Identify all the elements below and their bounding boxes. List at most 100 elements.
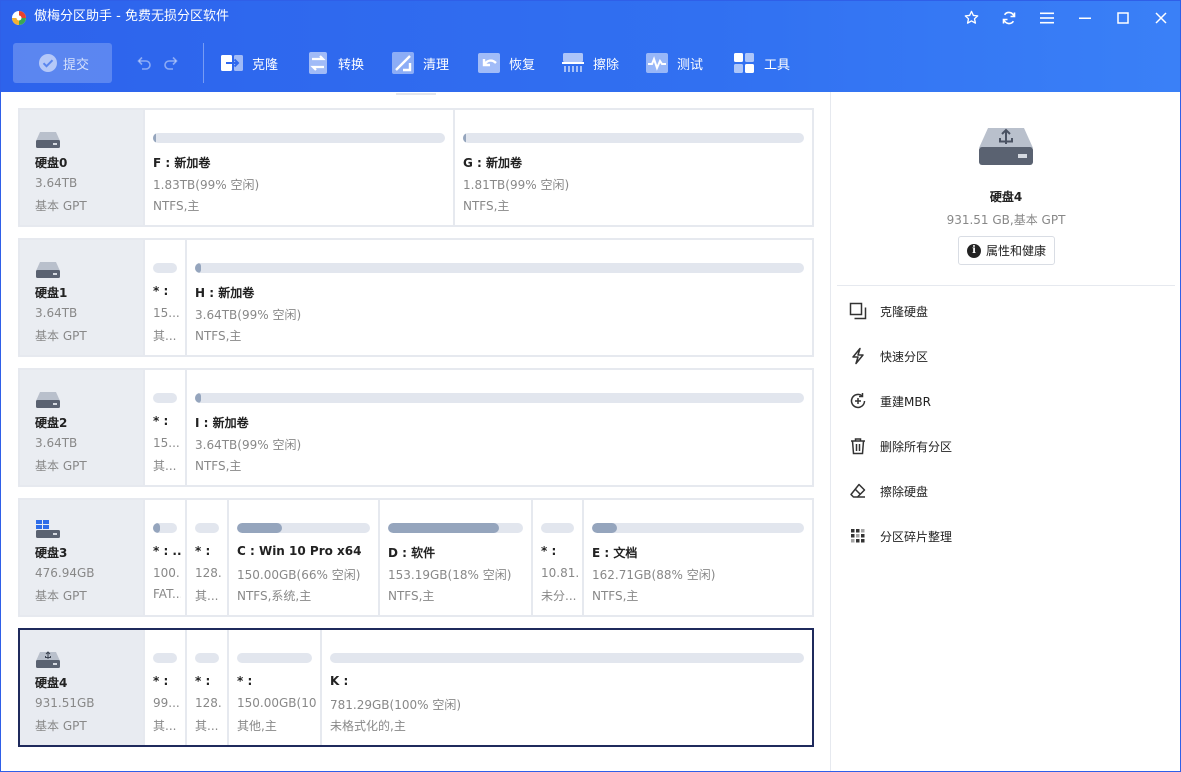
disk-row-1[interactable]: 硬盘1 3.64TB 基本 GPT * : 15.... 其... H : 新加…: [18, 238, 814, 357]
undo-icon[interactable]: [135, 54, 153, 72]
usb-disk-icon: [36, 651, 60, 668]
usage-bar: [463, 133, 804, 143]
partition-capacity: 1.83TB(99% 空闲): [153, 178, 260, 192]
quick-partition-label: 快速分区: [880, 349, 929, 364]
rebuild-mbr-action[interactable]: 重建MBR: [848, 390, 931, 412]
header: 傲梅分区助手 - 免费无损分区软件 提交 克隆 转换 清理 恢复 擦除 测试 工…: [1, 1, 1180, 92]
disk-type: 基本 GPT: [35, 459, 87, 473]
recover-label: 恢复: [509, 57, 536, 73]
disk-name: 硬盘3: [35, 546, 68, 560]
usage-bar: [541, 523, 574, 533]
disk-info[interactable]: 硬盘2 3.64TB 基本 GPT: [20, 370, 143, 485]
clone-label: 克隆: [252, 57, 279, 73]
test-label: 测试: [677, 57, 704, 73]
delete-all-partitions-action[interactable]: 删除所有分区: [848, 435, 952, 457]
tools-label: 工具: [764, 57, 791, 73]
usb-disk-icon: [979, 128, 1033, 165]
toolbar-separator: [203, 43, 204, 83]
usage-bar: [237, 653, 312, 663]
partition-block[interactable]: * : 128... 其...: [185, 630, 227, 745]
partition-filesystem: NTFS,系统,主: [237, 589, 312, 603]
usage-bar: [195, 263, 804, 273]
clean-button[interactable]: 清理: [391, 49, 449, 77]
wipe-button[interactable]: 擦除: [561, 49, 619, 77]
recover-button[interactable]: 恢复: [477, 49, 535, 77]
disk-size: 3.64TB: [35, 306, 78, 320]
close-button[interactable]: [1142, 1, 1180, 34]
wipe-label: 擦除: [593, 57, 620, 73]
partition-capacity: 128...: [195, 696, 223, 710]
menu-button[interactable]: [1028, 1, 1066, 34]
defrag-label: 分区碎片整理: [880, 529, 953, 544]
partition-capacity: 1.81TB(99% 空闲): [463, 178, 570, 192]
partition-block[interactable]: * : 99.... 其...: [143, 630, 185, 745]
partition-capacity: 153.19GB(18% 空闲): [388, 568, 512, 582]
disk-name: 硬盘2: [35, 416, 68, 430]
selected-disk-subtitle: 931.51 GB,基本 GPT: [946, 213, 1066, 227]
disk-type: 基本 GPT: [35, 719, 87, 733]
clean-icon: [391, 51, 415, 75]
quick-partition-action[interactable]: 快速分区: [848, 345, 928, 367]
disk-row-0[interactable]: 硬盘0 3.64TB 基本 GPT F : 新加卷 1.83TB(99% 空闲)…: [18, 108, 814, 227]
refresh-button[interactable]: [990, 1, 1028, 34]
disk-info[interactable]: 硬盘0 3.64TB 基本 GPT: [20, 110, 143, 225]
defrag-action[interactable]: 分区碎片整理: [848, 525, 952, 547]
partition-block[interactable]: * : 150.00GB(10... 其他,主: [227, 630, 320, 745]
disk-size: 476.94GB: [35, 566, 95, 580]
usage-bar: [195, 523, 219, 533]
clone-disk-label: 克隆硬盘: [880, 304, 929, 319]
convert-button[interactable]: 转换: [306, 49, 364, 77]
partition-block[interactable]: K : 781.29GB(100% 空闲) 未格式化的,主: [320, 630, 812, 745]
partition-block[interactable]: E : 文档 162.71GB(88% 空闲) NTFS,主: [582, 500, 812, 615]
partition-block[interactable]: * : 15.... 其...: [143, 240, 185, 355]
properties-health-button[interactable]: i 属性和健康: [958, 236, 1055, 265]
partition-filesystem: NTFS,主: [463, 199, 510, 213]
partition-block[interactable]: * : 128... 其...: [185, 500, 227, 615]
disk-size: 3.64TB: [35, 176, 78, 190]
maximize-button[interactable]: [1104, 1, 1142, 34]
partition-name: * :: [195, 674, 211, 688]
usage-bar: [153, 133, 445, 143]
usage-bar: [153, 263, 177, 273]
toolbar: 提交 克隆 转换 清理 恢复 擦除 测试 工具: [1, 34, 1180, 92]
commit-button[interactable]: 提交: [13, 43, 112, 83]
minimize-button[interactable]: [1066, 1, 1104, 34]
partition-name: * : ...: [153, 544, 181, 558]
disk-info[interactable]: 硬盘1 3.64TB 基本 GPT: [20, 240, 143, 355]
favorite-button[interactable]: [952, 1, 990, 34]
clone-disk-action[interactable]: 克隆硬盘: [848, 300, 928, 322]
partition-block[interactable]: H : 新加卷 3.64TB(99% 空闲) NTFS,主: [185, 240, 812, 355]
partition-block[interactable]: G : 新加卷 1.81TB(99% 空闲) NTFS,主: [453, 110, 812, 225]
partition-block[interactable]: I : 新加卷 3.64TB(99% 空闲) NTFS,主: [185, 370, 812, 485]
partition-filesystem: 其...: [153, 329, 177, 343]
partition-block[interactable]: * : 10.81... 未分...: [531, 500, 582, 615]
partition-filesystem: NTFS,主: [195, 329, 242, 343]
quick-partition-icon: [848, 346, 868, 366]
partition-capacity: 150.00GB(66% 空闲): [237, 568, 361, 582]
partition-name: * :: [153, 414, 169, 428]
commit-label: 提交: [63, 57, 90, 73]
hamburger-icon: [1040, 12, 1054, 23]
partition-block[interactable]: * : ... 100... FAT...: [143, 500, 185, 615]
partition-block[interactable]: F : 新加卷 1.83TB(99% 空闲) NTFS,主: [143, 110, 453, 225]
disk-info[interactable]: 硬盘4 931.51GB 基本 GPT: [20, 630, 143, 745]
partition-name: * :: [541, 544, 557, 558]
partition-block[interactable]: C : Win 10 Pro x64 150.00GB(66% 空闲) NTFS…: [227, 500, 378, 615]
clone-button[interactable]: 克隆: [220, 49, 278, 77]
wipe-disk-action[interactable]: 擦除硬盘: [848, 480, 928, 502]
partition-block[interactable]: * : 15.... 其...: [143, 370, 185, 485]
usage-bar: [330, 653, 804, 663]
disk-row-3[interactable]: 硬盘3 476.94GB 基本 GPT * : ... 100... FAT..…: [18, 498, 814, 617]
properties-health-label: 属性和健康: [985, 244, 1046, 258]
disk-row-4[interactable]: 硬盘4 931.51GB 基本 GPT * : 99.... 其... * : …: [18, 628, 814, 747]
disk-info[interactable]: 硬盘3 476.94GB 基本 GPT: [20, 500, 143, 615]
partition-block[interactable]: D : 软件 153.19GB(18% 空闲) NTFS,主: [378, 500, 531, 615]
minimize-icon: [1079, 17, 1091, 19]
disk-row-2[interactable]: 硬盘2 3.64TB 基本 GPT * : 15.... 其... I : 新加…: [18, 368, 814, 487]
redo-icon[interactable]: [162, 54, 180, 72]
tools-button[interactable]: 工具: [732, 49, 790, 77]
test-button[interactable]: 测试: [645, 49, 703, 77]
partition-name: I : 新加卷: [195, 416, 249, 430]
hard-disk-icon: [36, 392, 60, 408]
usage-fill: [388, 523, 499, 533]
